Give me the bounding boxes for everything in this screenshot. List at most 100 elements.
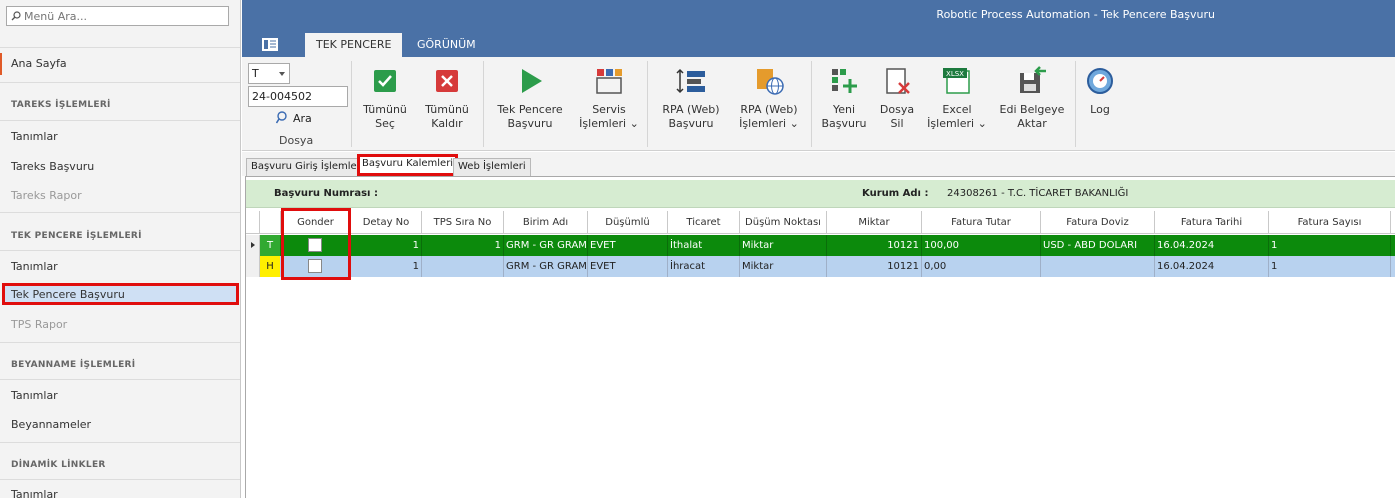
search-person-icon — [276, 111, 287, 124]
cell-birim-adi: GRM - GR GRAM — [504, 235, 588, 256]
sidebar-item-tp-tanimlar[interactable]: Tanımlar — [0, 256, 240, 278]
col-dusum-noktasi[interactable]: Düşüm Noktası — [740, 211, 827, 234]
search-icon — [11, 11, 21, 21]
cell-fatura-doviz — [1041, 256, 1155, 277]
excel-islemleri-button[interactable]: XLSX Excel İşlemleri ⌄ — [925, 65, 989, 131]
cell-tps-sira-no — [422, 256, 504, 277]
ribbon: T 24-004502 Ara Dosya Tümünü Seç Tümünü Ka… — [242, 57, 1126, 151]
cell-detay-no: 1 — [351, 256, 422, 277]
dosya-no-input[interactable]: 24-004502 — [248, 86, 348, 107]
cell-tps-sira-no: 1 — [422, 235, 504, 256]
type-combo[interactable]: T — [248, 63, 290, 84]
sidebar-item-tps-rapor[interactable]: TPS Rapor — [0, 314, 240, 336]
cell-ticaret: İthalat — [668, 235, 740, 256]
tab-web-islemleri[interactable]: Web İşlemleri — [453, 158, 531, 176]
globe-folder-icon — [757, 69, 784, 95]
gonder-checkbox[interactable] — [308, 259, 322, 273]
sidebar-item-dinamik-tanimlar[interactable]: Tanımlar — [0, 484, 240, 498]
tab-basvuru-giris[interactable]: Başvuru Giriş İşlemleri — [246, 158, 369, 176]
table-row[interactable]: H 1 GRM - GR GRAM EVET İhracat Miktar 10… — [246, 256, 1395, 277]
chevron-down-icon — [279, 72, 285, 76]
cell-birim-adi: GRM - GR GRAM — [504, 256, 588, 277]
add-document-icon — [832, 69, 857, 93]
tumunu-sec-button[interactable]: Tümünü Seç — [360, 65, 410, 131]
grid-indicator-header — [246, 211, 260, 234]
section-header-tek-pencere: TEK PENCERE İŞLEMLERİ — [11, 231, 142, 241]
rpa-transfer-icon — [676, 68, 705, 94]
cell-ticaret: İhracat — [668, 256, 740, 277]
col-miktar[interactable]: Miktar — [827, 211, 922, 234]
content-panel: Başvuru Numrası : Kurum Adı : 24308261 -… — [245, 176, 1395, 498]
kurum-label: Kurum Adı : — [862, 188, 929, 199]
yeni-basvuru-button[interactable]: Yeni Başvuru — [819, 65, 869, 131]
basvuru-no-label: Başvuru Numrası : — [274, 188, 378, 199]
current-row-arrow-icon — [251, 242, 255, 248]
tab-basvuru-kalemleri[interactable]: Başvuru Kalemleri — [357, 154, 459, 176]
section-header-dinamik: DİNAMİK LİNKLER — [11, 460, 106, 470]
col-fatura-sayisi[interactable]: Fatura Sayısı — [1269, 211, 1391, 234]
col-ticaret[interactable]: Ticaret — [668, 211, 740, 234]
grid-type-header — [260, 211, 281, 234]
tumunu-kaldir-button[interactable]: Tümünü Kaldır — [422, 65, 472, 131]
sub-tab-strip: Başvuru Giriş İşlemleri Başvuru Kalemler… — [242, 152, 1395, 176]
check-icon — [374, 70, 396, 92]
col-birim-adi[interactable]: Birim Adı — [504, 211, 588, 234]
cell-dusumlu: EVET — [588, 235, 668, 256]
col-fatura-doviz[interactable]: Fatura Doviz — [1041, 211, 1155, 234]
save-import-icon — [1020, 66, 1046, 93]
services-icon — [596, 69, 622, 94]
cell-dusumlu: EVET — [588, 256, 668, 277]
tab-gorunum[interactable]: GÖRÜNÜM — [406, 33, 487, 57]
sidebar-item-tareks-rapor[interactable]: Tareks Rapor — [0, 185, 240, 207]
table-row[interactable]: T 1 1 GRM - GR GRAM EVET İthalat Miktar … — [246, 235, 1395, 256]
col-gonder[interactable]: Gonder — [281, 211, 351, 234]
excel-icon: XLSX — [943, 68, 970, 94]
section-header-tareks: TAREKS İŞLEMLERİ — [11, 100, 111, 110]
cell-fatura-tutar: 0,00 — [922, 256, 1041, 277]
col-tps-sira-no[interactable]: TPS Sıra No — [422, 211, 504, 234]
menu-search-input[interactable] — [24, 9, 214, 23]
menu-search[interactable] — [6, 6, 229, 26]
cell-fatura-tutar: 100,00 — [922, 235, 1041, 256]
tab-tek-pencere[interactable]: TEK PENCERE — [305, 33, 403, 57]
ribbon-empty-area — [1126, 57, 1395, 151]
sidebar-item-beyannameler[interactable]: Beyannameler — [0, 414, 240, 436]
cell-detay-no: 1 — [351, 235, 422, 256]
dosya-sil-button[interactable]: Dosya Sil — [877, 65, 917, 131]
sidebar-item-beyanname-tanimlar[interactable]: Tanımlar — [0, 385, 240, 407]
file-menu-icon[interactable] — [262, 38, 278, 54]
col-fatura-tutar[interactable]: Fatura Tutar — [922, 211, 1041, 234]
row-type: H — [260, 256, 280, 277]
log-button[interactable]: Log — [1082, 65, 1118, 117]
sidebar-item-tareks-tanimlar[interactable]: Tanımlar — [0, 126, 240, 148]
tek-pencere-basvuru-button[interactable]: Tek Pencere Başvuru — [492, 65, 568, 131]
cell-dusum-noktasi: Miktar — [740, 256, 827, 277]
info-bar: Başvuru Numrası : Kurum Adı : 24308261 -… — [246, 180, 1395, 208]
rpa-web-basvuru-button[interactable]: RPA (Web) Başvuru — [656, 65, 726, 131]
sidebar-item-tek-pencere-basvuru[interactable]: Tek Pencere Başvuru — [2, 283, 239, 305]
sidebar-item-home[interactable]: Ana Sayfa — [0, 53, 240, 75]
ara-button[interactable]: Ara — [276, 111, 312, 125]
cell-fatura-tarihi: 16.04.2024 — [1155, 256, 1269, 277]
gonder-checkbox[interactable] — [308, 238, 322, 252]
row-indicator — [246, 256, 260, 277]
cell-miktar: 10121 — [827, 256, 922, 277]
servis-islemleri-button[interactable]: Servis İşlemleri ⌄ — [578, 65, 640, 131]
col-dusumlu[interactable]: Düşümlü — [588, 211, 668, 234]
rpa-web-islemleri-button[interactable]: RPA (Web) İşlemleri ⌄ — [734, 65, 804, 131]
svg-text:XLSX: XLSX — [946, 70, 964, 78]
row-type: T — [260, 235, 280, 256]
col-detay-no[interactable]: Detay No — [351, 211, 422, 234]
title-bar: Robotic Process Automation - Tek Pencere… — [242, 0, 1395, 57]
cell-miktar: 10121 — [827, 235, 922, 256]
close-icon — [436, 70, 458, 92]
sidebar-item-tareks-basvuru[interactable]: Tareks Başvuru — [0, 156, 240, 178]
cell-fatura-doviz: USD - ABD DOLARI — [1041, 235, 1155, 256]
kurum-value: 24308261 - T.C. TİCARET BAKANLIĞI — [947, 188, 1129, 199]
dosya-group-label: Dosya — [279, 134, 314, 147]
col-fatura-tarihi[interactable]: Fatura Tarihi — [1155, 211, 1269, 234]
cell-dusum-noktasi: Miktar — [740, 235, 827, 256]
cell-fatura-tarihi: 16.04.2024 — [1155, 235, 1269, 256]
log-icon — [1087, 68, 1113, 94]
edi-belgeye-aktar-button[interactable]: Edi Belgeye Aktar — [997, 65, 1067, 131]
